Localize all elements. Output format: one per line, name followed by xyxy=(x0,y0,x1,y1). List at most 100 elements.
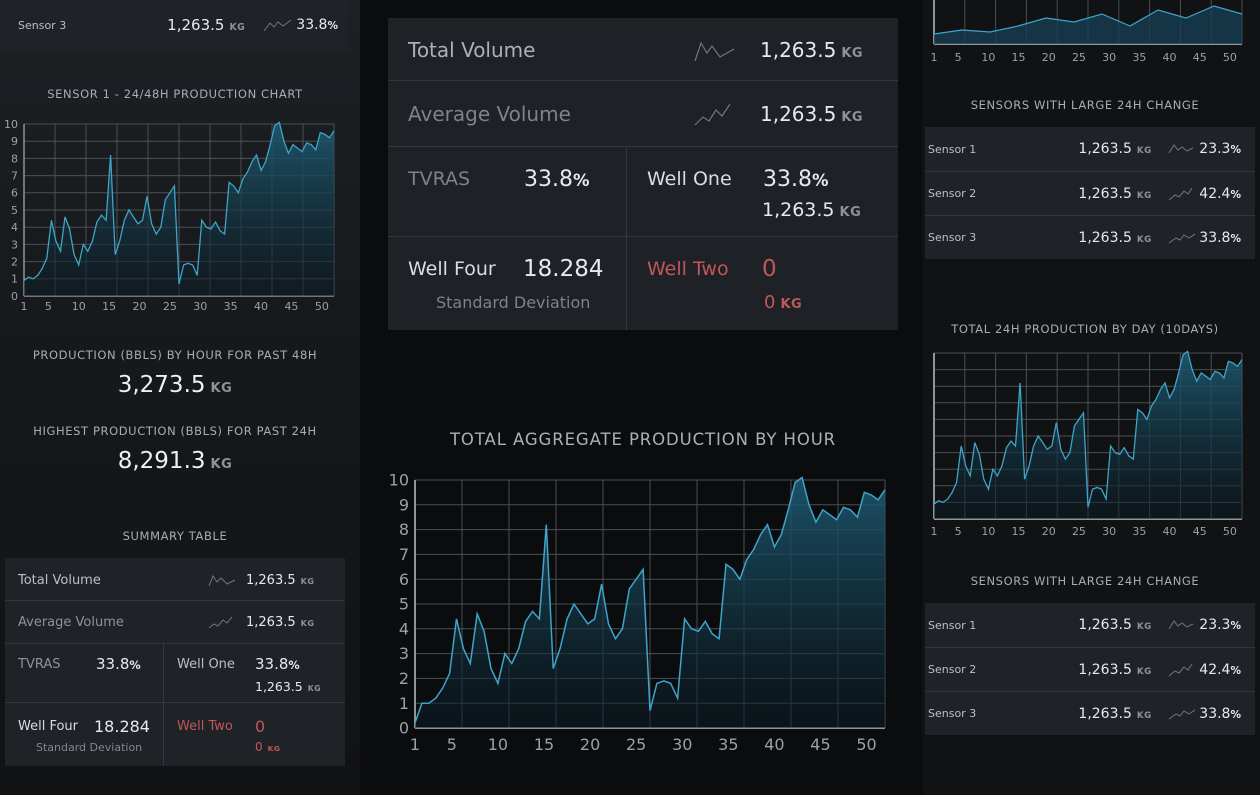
well-two-sub: 0 KG xyxy=(255,740,281,754)
x-tick-label: 5 xyxy=(447,735,457,754)
sensor-pct: 42.4% xyxy=(1199,185,1241,202)
x-tick-label: 25 xyxy=(1072,525,1086,538)
sensor-label: Sensor 2 xyxy=(928,663,977,676)
y-tick-label: 7 xyxy=(11,169,18,182)
x-tick-label: 15 xyxy=(534,735,554,754)
y-tick-label: 2 xyxy=(11,255,18,268)
x-tick-label: 40 xyxy=(254,300,268,313)
sensor-change-table-1: Sensor 1 1,263.5 KG 23.3% Sensor 2 1,263.5 KG 4… xyxy=(925,127,1255,259)
well-two-label: Well Two xyxy=(647,258,729,280)
sensor-label: Sensor 2 xyxy=(928,187,977,200)
y-tick-label: 4 xyxy=(11,221,18,234)
x-tick-label: 35 xyxy=(224,300,238,313)
well-one-pct: 33.8% xyxy=(255,655,300,673)
x-tick-label: 50 xyxy=(315,300,329,313)
well-one-value: 1,263.5 KG xyxy=(255,678,322,694)
x-tick-label: 30 xyxy=(1102,525,1116,538)
x-tick-label: 20 xyxy=(580,735,600,754)
sensors-change-title-1: SENSORS WITH LARGE 24H CHANGE xyxy=(970,98,1200,112)
sensors-change-title-2: SENSORS WITH LARGE 24H CHANGE xyxy=(970,574,1200,588)
x-tick-label: 20 xyxy=(132,300,146,313)
tvras-label: TVRAS xyxy=(408,168,471,190)
sparkline-icon xyxy=(263,19,292,32)
y-tick-label: 9 xyxy=(11,135,18,148)
x-tick-label: 15 xyxy=(1012,525,1026,538)
total-volume-label: Total Volume xyxy=(408,38,536,62)
daily-production-title: TOTAL 24H PRODUCTION BY DAY (10DAYS) xyxy=(951,322,1219,336)
sensor-value: 1,263.5 KG xyxy=(1078,141,1152,157)
y-tick-label: 7 xyxy=(399,545,409,564)
x-tick-label: 30 xyxy=(1102,51,1116,64)
x-tick-label: 30 xyxy=(672,735,692,754)
total-volume-label: Total Volume xyxy=(18,572,101,588)
x-tick-label: 20 xyxy=(1042,525,1056,538)
std-dev-label: Standard Deviation xyxy=(436,292,591,312)
aggregate-chart-title: TOTAL AGGREGATE PRODUCTION BY HOUR xyxy=(449,430,837,449)
sparkline-icon xyxy=(1168,233,1195,243)
tvras-label: TVRAS xyxy=(18,656,61,672)
summary-table-title: SUMMARY TABLE xyxy=(122,529,228,543)
daily-production-chart: 1 5 10 15 20 25 30 35 40 45 50 xyxy=(931,350,1243,538)
sensor-change-table-2: Sensor 1 1,263.5 KG 23.3% Sensor 2 1,263.5 KG 4… xyxy=(925,603,1255,735)
y-tick-label: 10 xyxy=(4,118,18,131)
y-tick-label: 3 xyxy=(11,238,18,251)
sensor-row: Sensor 3 1,263.5 KG 33.8% xyxy=(925,215,1255,259)
summary-table-small: Total Volume 1,263.5 KG Average Volume 1,… xyxy=(5,558,345,766)
tvras-value: 33.8% xyxy=(96,655,141,673)
sensor-value: 1,263.5 KG xyxy=(1078,185,1152,202)
y-tick-label: 1 xyxy=(11,273,18,286)
x-tick-label: 30 xyxy=(193,300,207,313)
sensor-label: Sensor 1 xyxy=(928,618,977,632)
aggregate-chart: 1 5 10 15 20 25 30 35 40 45 50012345678910 xyxy=(389,471,886,754)
y-tick-label: 5 xyxy=(11,204,18,217)
well-one-label: Well One xyxy=(647,168,732,190)
well-four-label: Well Four xyxy=(408,258,496,280)
well-four-value: 18.284 xyxy=(94,716,150,736)
sensor-pct: 42.4% xyxy=(1199,661,1241,678)
x-tick-label: 20 xyxy=(1042,51,1056,64)
well-four-value: 18.284 xyxy=(523,256,604,282)
sensor-pct: 23.3% xyxy=(1199,617,1241,633)
x-tick-label: 10 xyxy=(488,735,508,754)
x-tick-label: 1 xyxy=(410,735,420,754)
x-tick-label: 40 xyxy=(1163,525,1177,538)
x-tick-label: 10 xyxy=(72,300,86,313)
sensor1-chart: 1 5 10 15 20 25 30 35 40 45 50012345678910 xyxy=(4,118,335,313)
x-tick-label: 50 xyxy=(1223,525,1237,538)
x-tick-label: 45 xyxy=(810,735,830,754)
average-volume-value: 1,263.5 KG xyxy=(246,614,315,630)
sensor-label: Sensor 3 xyxy=(928,231,977,244)
sensor-value: 1,263.5 KG xyxy=(1078,229,1152,246)
x-tick-label: 45 xyxy=(1193,525,1207,538)
summary-table-large: Total Volume 1,263.5 KG Average Volume 1,… xyxy=(388,18,898,330)
y-tick-label: 2 xyxy=(399,669,409,688)
x-tick-label: 10 xyxy=(981,51,995,64)
x-tick-label: 50 xyxy=(856,735,876,754)
x-tick-label: 5 xyxy=(955,525,962,538)
x-tick-label: 25 xyxy=(163,300,177,313)
x-tick-label: 40 xyxy=(764,735,784,754)
sensor-value: 1,263.5 KG xyxy=(167,16,246,34)
well-two-label: Well Two xyxy=(177,718,233,734)
x-tick-label: 45 xyxy=(1193,51,1207,64)
sensor-row: Sensor 2 1,263.5 KG 42.4% xyxy=(925,647,1255,691)
x-tick-label: 40 xyxy=(1163,51,1177,64)
well-two-value: 0 xyxy=(255,716,266,736)
x-tick-label: 35 xyxy=(718,735,738,754)
sensor-label: Sensor 3 xyxy=(928,707,977,720)
x-tick-label: 10 xyxy=(981,525,995,538)
x-tick-label: 35 xyxy=(1132,51,1146,64)
y-tick-label: 0 xyxy=(399,719,409,738)
x-tick-label: 5 xyxy=(955,51,962,64)
x-tick-label: 5 xyxy=(45,300,52,313)
sensor-pct: 33.8% xyxy=(1199,705,1241,722)
x-tick-label: 50 xyxy=(1223,51,1237,64)
production-title: PRODUCTION (BBLS) BY HOUR FOR PAST 48H xyxy=(32,348,318,362)
sensor-value: 1,263.5 KG xyxy=(1078,705,1152,722)
average-volume-value: 1,263.5 KG xyxy=(760,102,864,126)
y-tick-label: 6 xyxy=(399,570,409,589)
well-two-value: 0 xyxy=(762,256,777,282)
top-right-chart: 1 5 10 15 20 25 30 35 40 45 50 xyxy=(931,0,1243,64)
sparkline-icon xyxy=(1168,144,1193,154)
std-dev-label: Standard Deviation xyxy=(36,740,143,754)
